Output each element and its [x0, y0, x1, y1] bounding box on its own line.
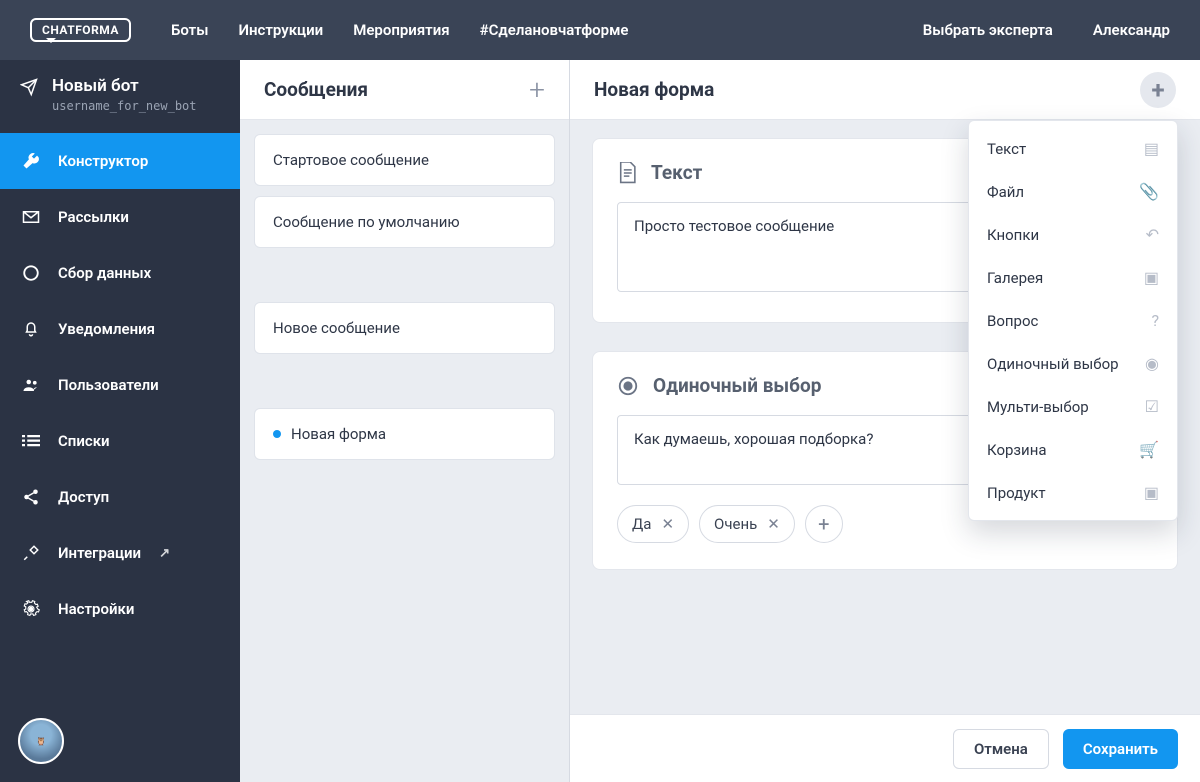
messages-column: Сообщения + Стартовое сообщение Сообщени…	[240, 60, 570, 782]
paperclip-icon: 📎	[1139, 182, 1159, 201]
form-header: Новая форма +	[570, 60, 1200, 120]
form-column: Новая форма + Текст▤ Файл📎 Кнопки↶ Галер…	[570, 60, 1200, 782]
remove-icon[interactable]: ✕	[661, 515, 674, 533]
checkbox-icon: ☑	[1145, 397, 1159, 416]
sidebar-item-label: Уведомления	[58, 320, 155, 338]
refresh-icon	[22, 264, 40, 282]
reply-icon: ↶	[1146, 225, 1159, 244]
share-icon	[22, 488, 40, 506]
file-text-icon: ▤	[1144, 139, 1159, 158]
wrench-icon	[22, 152, 40, 170]
mail-icon	[22, 210, 40, 224]
block-title-text: Текст	[651, 161, 702, 184]
sidebar-item-lists[interactable]: Списки	[0, 413, 240, 469]
sidebar: Новый бот username_for_new_bot Конструкт…	[0, 60, 240, 782]
block-type-dropdown: Текст▤ Файл📎 Кнопки↶ Галерея▣ Вопрос? Од…	[968, 120, 1178, 521]
message-item-start[interactable]: Стартовое сообщение	[254, 134, 555, 186]
image-icon: ▣	[1144, 268, 1159, 287]
block-title-text: Одиночный выбор	[653, 374, 821, 397]
add-message-button[interactable]: +	[529, 73, 545, 106]
external-icon: ↗	[159, 546, 170, 561]
avatar[interactable]: 🦉	[18, 718, 64, 764]
dd-item-text[interactable]: Текст▤	[969, 127, 1177, 170]
sidebar-item-label: Списки	[58, 432, 110, 450]
add-block-button[interactable]: +	[1140, 72, 1176, 108]
sidebar-item-label: Рассылки	[58, 208, 129, 226]
radio-icon: ◉	[1145, 354, 1159, 373]
file-text-icon	[617, 162, 637, 184]
dd-item-buttons[interactable]: Кнопки↶	[969, 213, 1177, 256]
dd-item-single[interactable]: Одиночный выбор◉	[969, 342, 1177, 385]
dd-item-gallery[interactable]: Галерея▣	[969, 256, 1177, 299]
cart-icon: 🛒	[1139, 440, 1159, 459]
dd-item-file[interactable]: Файл📎	[969, 170, 1177, 213]
top-nav: Боты Инструкции Мероприятия #Сделановчат…	[171, 21, 629, 39]
nav-bots[interactable]: Боты	[171, 21, 209, 39]
dd-item-product[interactable]: Продукт▣	[969, 471, 1177, 514]
topbar: CHATFORMA Боты Инструкции Мероприятия #С…	[0, 0, 1200, 60]
users-icon	[22, 377, 40, 393]
nav-events[interactable]: Мероприятия	[353, 21, 449, 39]
sidebar-item-users[interactable]: Пользователи	[0, 357, 240, 413]
sidebar-item-settings[interactable]: Настройки	[0, 581, 240, 637]
remove-icon[interactable]: ✕	[767, 515, 780, 533]
save-button[interactable]: Сохранить	[1063, 729, 1178, 769]
radio-icon	[617, 375, 639, 397]
bot-header[interactable]: Новый бот username_for_new_bot	[0, 60, 240, 133]
user-name[interactable]: Александр	[1093, 21, 1170, 39]
logo[interactable]: CHATFORMA	[30, 18, 131, 42]
telegram-icon	[20, 76, 38, 98]
sidebar-item-label: Конструктор	[58, 152, 148, 170]
sidebar-item-label: Интеграции	[58, 544, 141, 562]
dd-item-question[interactable]: Вопрос?	[969, 299, 1177, 342]
dd-item-cart[interactable]: Корзина🛒	[969, 428, 1177, 471]
cancel-button[interactable]: Отмена	[953, 729, 1049, 769]
messages-title: Сообщения	[264, 78, 368, 101]
add-choice-button[interactable]: +	[805, 505, 843, 543]
nav-hashtag[interactable]: #Сделановчатформе	[480, 21, 629, 39]
sidebar-item-notifications[interactable]: Уведомления	[0, 301, 240, 357]
sidebar-item-label: Настройки	[58, 600, 134, 618]
bell-icon	[22, 320, 40, 338]
box-icon: ▣	[1144, 483, 1159, 502]
messages-header: Сообщения +	[240, 60, 569, 120]
question-icon: ?	[1151, 311, 1159, 330]
bot-title: Новый бот	[52, 76, 197, 96]
sidebar-item-label: Пользователи	[58, 376, 159, 394]
message-item-new[interactable]: Новое сообщение	[254, 302, 555, 354]
choice-chip-1[interactable]: Да✕	[617, 505, 689, 543]
sidebar-item-integrations[interactable]: Интеграции ↗	[0, 525, 240, 581]
choose-expert-link[interactable]: Выбрать эксперта	[923, 21, 1053, 39]
form-footer: Отмена Сохранить	[570, 714, 1200, 782]
message-item-newform[interactable]: Новая форма	[254, 408, 555, 460]
sidebar-item-label: Доступ	[58, 488, 109, 506]
sidebar-item-mailings[interactable]: Рассылки	[0, 189, 240, 245]
choice-chip-2[interactable]: Очень✕	[699, 505, 795, 543]
form-title: Новая форма	[594, 78, 714, 101]
sidebar-item-constructor[interactable]: Конструктор	[0, 133, 240, 189]
dd-item-multi[interactable]: Мульти-выбор☑	[969, 385, 1177, 428]
bot-username: username_for_new_bot	[52, 99, 197, 113]
sidebar-item-label: Сбор данных	[58, 264, 151, 282]
list-icon	[22, 434, 40, 448]
message-item-default[interactable]: Сообщение по умолчанию	[254, 196, 555, 248]
sidebar-item-access[interactable]: Доступ	[0, 469, 240, 525]
gear-icon	[22, 600, 40, 618]
nav-instructions[interactable]: Инструкции	[238, 21, 323, 39]
sidebar-item-data[interactable]: Сбор данных	[0, 245, 240, 301]
plug-icon	[22, 544, 40, 562]
